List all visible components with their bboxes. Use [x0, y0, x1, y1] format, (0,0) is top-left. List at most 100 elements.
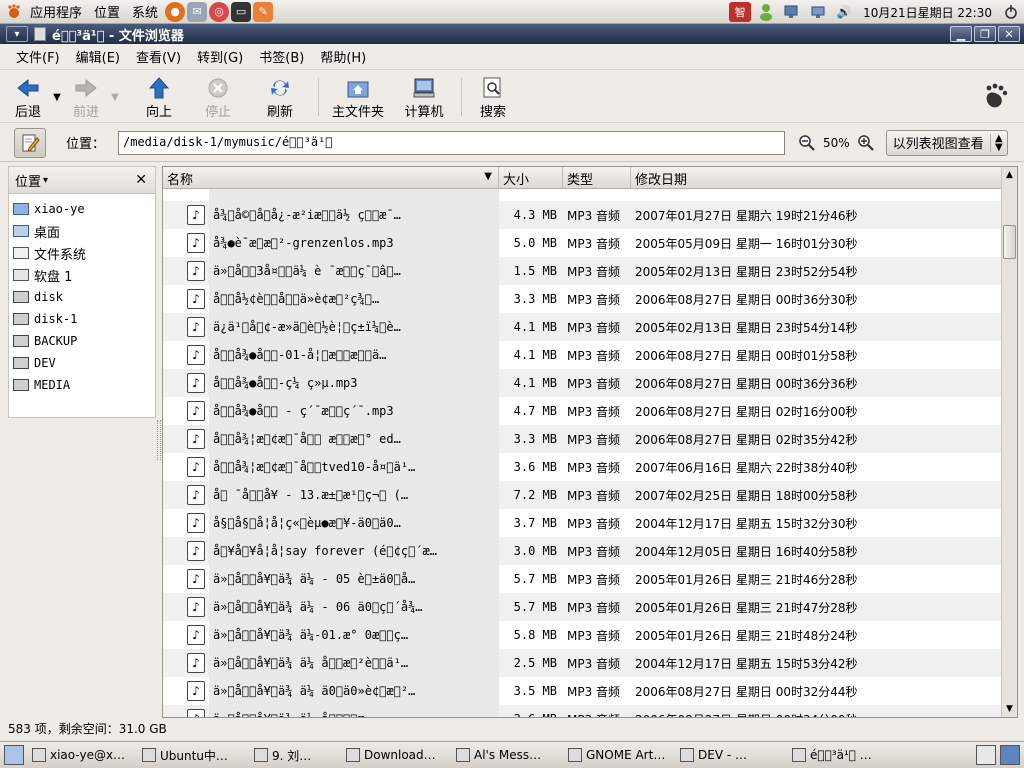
- help-launcher-icon[interactable]: ◎: [209, 1, 230, 22]
- table-row[interactable]: ♪ ä» å  å¥ ä¾ ä¼ å    æ…3.6 MBMP3 音频2006年…: [163, 705, 1001, 717]
- table-row[interactable]: ♪ å  å¾¦æ ¢æ ¯å   æ  æ ° ed… 3.3 MB MP3 音频 2…: [163, 425, 1001, 453]
- table-row[interactable]: ♪ ä» å  å¥ ä¾ ä¼ ä0 ä0»è¢ æ ²… 3.5 MB MP3 音…: [163, 677, 1001, 705]
- zoom-in-icon[interactable]: [856, 133, 876, 153]
- table-row[interactable]: ♪ ä» å  å¥ ä¾ ä¼-01.æ° 0æ  ç… 5.8 MB MP3 音频…: [163, 621, 1001, 649]
- taskbar-button[interactable]: GNOME Art…: [564, 743, 674, 767]
- file-name: å  ¯å  å¥ - 13.æ± æ¹ ç¬  (…: [209, 481, 499, 509]
- input-method-icon[interactable]: 智: [729, 2, 752, 22]
- editor-launcher-icon[interactable]: ✎: [253, 1, 274, 22]
- table-row[interactable]: ♪ å  å¾●å   - ç´¯æ  ç´¯.mp3 4.7 MB MP3 音频 20…: [163, 397, 1001, 425]
- taskbar-button[interactable]: xiao-ye@x…: [28, 743, 136, 767]
- menu-bookmarks[interactable]: 书签(B): [251, 47, 312, 66]
- table-row[interactable]: ♪ å¾ å© å å¿-æ²iæ  ä½ ç  æ¯… 4.3 MB MP3 音频 2…: [163, 201, 1001, 229]
- table-row[interactable]: ♪ å¾●è¯æ æ ²-grenzenlos.mp3 5.0 MB MP3 音频 20…: [163, 229, 1001, 257]
- table-row[interactable]: ♪ å§ å§ å¦å¦ç« èµ●æ ¥-ä0 ä0… 3.7 MB MP3 音频 2…: [163, 509, 1001, 537]
- table-row[interactable]: ♪ ä» å  å¥ ä¾ ä¼ - 05 è ±ä0 å… 5.7 MB MP3 音…: [163, 565, 1001, 593]
- email-launcher-icon[interactable]: ✉: [187, 1, 208, 22]
- gnome-foot-icon[interactable]: [4, 3, 24, 21]
- computer-button[interactable]: 计算机: [395, 71, 453, 121]
- table-row[interactable]: ♪ ä¿ä¹ å ¢-æ»ä è ½è¦ ç±ï¼ è… 4.1 MB MP3 音频 2…: [163, 313, 1001, 341]
- forward-history-dropdown[interactable]: ▼: [106, 71, 124, 121]
- taskbar-button[interactable]: Download…: [342, 743, 450, 767]
- location-input[interactable]: /media/disk-1/mymusic/é  ³ä¹ : [118, 130, 785, 155]
- zoom-out-icon[interactable]: [797, 133, 817, 153]
- menu-help[interactable]: 帮助(H): [312, 47, 374, 66]
- power-icon[interactable]: [1000, 2, 1022, 22]
- sidebar-item-disk[interactable]: disk: [9, 286, 155, 308]
- vertical-scrollbar[interactable]: ▲ ▼: [1001, 167, 1017, 717]
- sidebar-item-media[interactable]: MEDIA: [9, 374, 155, 396]
- taskbar-button[interactable]: é  ³ä¹  …: [788, 743, 896, 767]
- stop-button[interactable]: 停止: [190, 71, 246, 121]
- table-row[interactable]: ♪ ä» å  3å¤  ä¼ è ¯æ  ç¯ â … 1.5 MB MP3 音频 2…: [163, 257, 1001, 285]
- terminal-launcher-icon[interactable]: ▭: [231, 1, 252, 22]
- sidebar-item-desktop[interactable]: 桌面: [9, 220, 155, 242]
- sidebar-item-disk-1[interactable]: disk-1: [9, 308, 155, 330]
- forward-button[interactable]: 前进: [66, 71, 106, 121]
- workspace-1-icon[interactable]: [976, 745, 996, 765]
- table-row[interactable]: ♪ ä» å  å¥ ä¾ ä¼ å  æ ²è  ä¹… 2.5 MB MP3 音频…: [163, 649, 1001, 677]
- system-menu[interactable]: 系统: [126, 0, 164, 24]
- menu-file[interactable]: 文件(F): [8, 47, 68, 66]
- sidebar-item-dev[interactable]: DEV: [9, 352, 155, 374]
- network-2-icon[interactable]: [807, 2, 829, 22]
- sidebar-title: 位置: [15, 174, 42, 190]
- search-button[interactable]: 搜索: [470, 71, 516, 121]
- reload-button[interactable]: 刷新: [250, 71, 310, 121]
- menu-go[interactable]: 转到(G): [189, 47, 251, 66]
- taskbar-button[interactable]: Ubuntu中…: [138, 743, 248, 767]
- minimize-button[interactable]: ▁: [950, 26, 972, 42]
- table-row[interactable]: ♪ ä» å  å¥ ä¾ ä¼ - 06 ä0 ç ´å¾… 5.7 MB MP3 …: [163, 593, 1001, 621]
- clock[interactable]: 10月21日星期日 22:30: [857, 4, 998, 21]
- volume-icon[interactable]: 🔊: [833, 2, 855, 22]
- sidebar-item-filesystem[interactable]: 文件系统: [9, 242, 155, 264]
- document-icon: [34, 27, 46, 41]
- menu-edit[interactable]: 编辑(E): [68, 47, 128, 66]
- file-type: MP3 音频: [567, 544, 621, 559]
- taskbar-button[interactable]: DEV - …: [676, 743, 786, 767]
- applications-menu[interactable]: 应用程序: [24, 0, 88, 24]
- sidebar-header[interactable]: 位置 ▾ ✕: [8, 166, 156, 194]
- table-row[interactable]: ♪ å ¥å ¥å¦å¦say forever (é ¢ç ´æ… 3.0 MB MP…: [163, 537, 1001, 565]
- table-row[interactable]: [163, 189, 1001, 201]
- scroll-down-icon[interactable]: ▼: [1002, 701, 1017, 717]
- column-header-size[interactable]: 大小: [499, 167, 563, 189]
- scroll-up-icon[interactable]: ▲: [1002, 167, 1017, 183]
- close-button[interactable]: ✕: [998, 26, 1020, 42]
- workspace-2-icon[interactable]: [1000, 745, 1020, 765]
- home-button[interactable]: 主文件夹: [327, 71, 389, 121]
- places-menu[interactable]: 位置: [88, 0, 126, 24]
- column-header-name[interactable]: 名称 ▼: [163, 167, 499, 189]
- messenger-icon[interactable]: [755, 2, 777, 22]
- table-row[interactable]: ♪ å  å¾¦æ ¢æ ¯å  tved10-å¤ ä¹… 3.6 MB MP3 音…: [163, 453, 1001, 481]
- scrollbar-thumb[interactable]: [1003, 225, 1016, 259]
- column-header-date[interactable]: 修改日期: [631, 167, 1001, 189]
- taskbar-button[interactable]: Al's Mess…: [452, 743, 562, 767]
- table-row[interactable]: ♪ å  å½¢è  å  ä»è¢æ ²ç¾ … 3.3 MB MP3 音频 2006…: [163, 285, 1001, 313]
- firefox-launcher-icon[interactable]: ●: [165, 1, 186, 22]
- sidebar-item-home[interactable]: xiao-ye: [9, 198, 155, 220]
- network-icon[interactable]: [781, 2, 803, 22]
- zoom-level[interactable]: 50%: [823, 136, 850, 150]
- table-row[interactable]: ♪ å  å¾●å  -ç¼ ç»µ.mp3 4.1 MB MP3 音频 2006年08…: [163, 369, 1001, 397]
- sidebar-item-backup[interactable]: BACKUP: [9, 330, 155, 352]
- show-desktop-icon[interactable]: [4, 745, 24, 765]
- up-button[interactable]: 向上: [134, 71, 184, 121]
- taskbar-button[interactable]: 9. 刘…: [250, 743, 340, 767]
- back-button[interactable]: 后退: [8, 71, 48, 121]
- menu-view[interactable]: 查看(V): [128, 47, 189, 66]
- pane-splitter[interactable]: [157, 420, 161, 460]
- file-size: 3.5 MB: [513, 684, 557, 698]
- view-mode-select[interactable]: 以列表视图查看 ▲ ▼: [885, 129, 1008, 156]
- sidebar-item-floppy[interactable]: 软盘 1: [9, 264, 155, 286]
- toggle-location-entry-button[interactable]: [14, 127, 46, 158]
- close-sidebar-icon[interactable]: ✕: [135, 172, 147, 188]
- maximize-button[interactable]: ❐: [974, 26, 996, 42]
- window-menu-icon[interactable]: ▾: [6, 26, 28, 42]
- table-row[interactable]: ♪ å  ¯å  å¥ - 13.æ± æ¹ ç¬  (… 7.2 MB MP3 音频…: [163, 481, 1001, 509]
- window-titlebar[interactable]: ▾ é  ³ä¹  - 文件浏览器 ▁ ❐ ✕: [0, 24, 1024, 44]
- column-header-type[interactable]: 类型: [563, 167, 631, 189]
- file-date: 2004年12月17日 星期五 15时32分30秒: [635, 516, 858, 531]
- table-row[interactable]: ♪ å  å¾●å  -01-å¦ æ  æ  ä… 4.1 MB MP3 音频 200…: [163, 341, 1001, 369]
- back-history-dropdown[interactable]: ▼: [48, 71, 66, 121]
